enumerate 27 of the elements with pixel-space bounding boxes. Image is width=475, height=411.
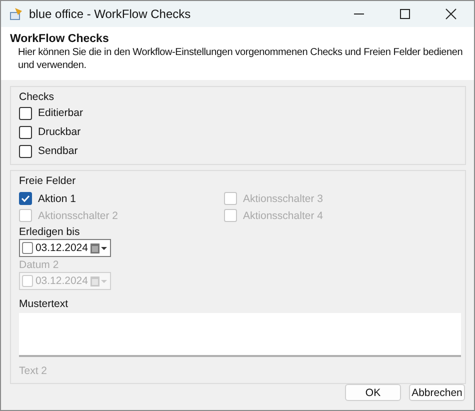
checkbox-label: Druckbar (38, 126, 81, 138)
checkbox[interactable] (22, 242, 34, 254)
field-label: Mustertext (19, 298, 70, 310)
header-description: Hier können Sie die in den Workflow-Einstellungen vorgenommenen Checks und Freien Felder bedienen und verwenden. (17, 46, 464, 72)
field-label: Datum 2 (19, 259, 60, 271)
header-title: WorkFlow Checks (10, 33, 110, 45)
checkbox[interactable] (19, 106, 32, 120)
calendar-dropdown-icon[interactable] (90, 242, 108, 254)
dialog-button[interactable]: OK (345, 384, 401, 401)
field-label: Text 2 (19, 365, 48, 377)
checkbox-label: Aktionsschalter 3 (243, 192, 323, 204)
checkbox-label: Aktion 1 (38, 192, 76, 204)
group-label: Checks (19, 91, 56, 103)
app-icon (9, 7, 23, 21)
window-title: blue office - WorkFlow Checks (29, 7, 191, 21)
checkbox-label: Aktionsschalter 4 (243, 210, 323, 222)
checkbox[interactable] (19, 144, 32, 158)
date-picker[interactable]: 03.12.2024 (19, 239, 111, 257)
checkbox[interactable] (19, 126, 32, 138)
field-label: Erledigen bis (19, 226, 81, 238)
checkbox[interactable] (19, 192, 32, 205)
checkbox-label: Aktionsschalter 2 (38, 210, 118, 222)
checkbox-label: Editierbar (38, 107, 83, 119)
dialog-button[interactable]: Abbrechen (409, 384, 465, 401)
group-label: Freie Felder (19, 175, 77, 187)
checkbox-label: Sendbar (38, 145, 78, 157)
text-area[interactable] (19, 313, 461, 357)
